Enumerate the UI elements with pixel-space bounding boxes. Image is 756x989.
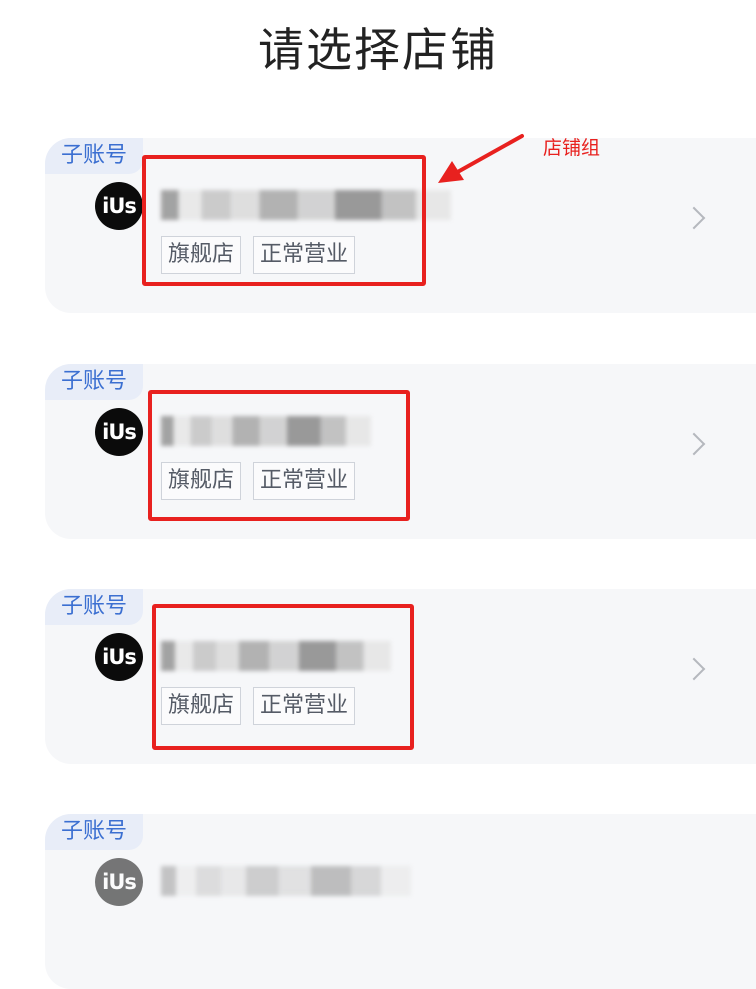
store-logo-icon: iUs	[95, 408, 143, 456]
annotation-label: 店铺组	[543, 137, 601, 159]
store-logo-icon: iUs	[95, 182, 143, 230]
chevron-right-icon	[682, 206, 706, 230]
annotation-arrow-icon	[438, 134, 524, 183]
store-logo-icon: iUs	[95, 858, 143, 906]
highlight-box	[148, 390, 410, 521]
highlight-box	[142, 155, 426, 286]
sub-account-badge: 子账号	[45, 138, 144, 174]
store-name-redacted	[161, 866, 411, 896]
chevron-right-icon	[682, 657, 706, 681]
sub-account-badge: 子账号	[45, 814, 144, 850]
chevron-right-icon	[682, 432, 706, 456]
highlight-box	[152, 604, 414, 750]
sub-account-badge: 子账号	[45, 589, 144, 625]
sub-account-badge: 子账号	[45, 364, 144, 400]
page-title: 请选择店铺	[258, 23, 498, 77]
store-card[interactable]: 子账号 iUs	[45, 814, 756, 989]
store-logo-icon: iUs	[95, 633, 143, 681]
